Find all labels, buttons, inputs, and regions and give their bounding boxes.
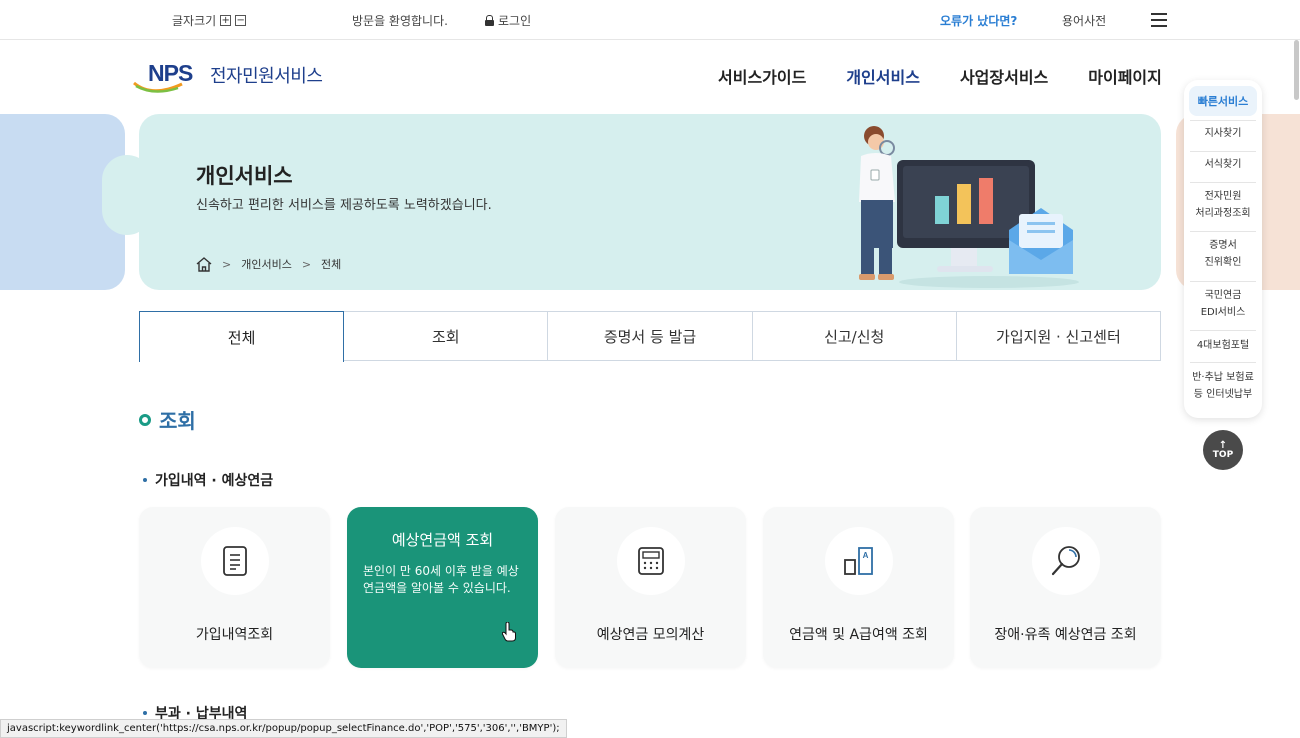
card-label: 가입내역조회 (195, 627, 274, 643)
top-label: TOP (1212, 449, 1234, 460)
login-label: 로그인 (498, 14, 532, 28)
breadcrumb-separator: > (222, 257, 232, 271)
magnifier-icon (1051, 546, 1080, 576)
page-banner: 개인서비스 신속하고 편리한 서비스를 제공하도록 노력하겠습니다. > 개인서… (139, 114, 1161, 290)
card-description: 본인이 만 60세 이후 받을 예상연금액을 알아볼 수 있습니다. (363, 564, 519, 595)
card-enrollment-history[interactable]: 가입내역조회 (139, 507, 330, 668)
quick-item-label: 증명서 진위확인 (1204, 240, 1242, 268)
category-tabs: 전체 조회 증명서 등 발급 신고/신청 가입지원 · 신고센터 (139, 311, 1162, 362)
section-title-label: 조회 (159, 409, 196, 433)
quick-item-certificate-verify[interactable]: 증명서 진위확인 (1190, 231, 1256, 271)
quick-item-label: 4대보험포털 (1196, 340, 1250, 351)
nav-service-guide[interactable]: 서비스가이드 (718, 64, 806, 88)
tab-inquiry[interactable]: 조회 (344, 312, 549, 360)
nps-logo-mark: NPS (132, 58, 204, 98)
breadcrumb-item[interactable]: 개인서비스 (241, 256, 292, 272)
woman-with-monitor-illustration (859, 126, 1079, 288)
tab-report-apply[interactable]: 신고/신청 (753, 312, 957, 360)
quick-item-civil-process[interactable]: 전자민원 처리과정조회 (1190, 182, 1256, 222)
ring-bullet-icon (139, 413, 151, 426)
card-disability-survivor-pension[interactable]: 장애·유족 예상연금 조회 (970, 507, 1161, 668)
icon-circle (201, 527, 269, 595)
document-icon (223, 546, 247, 576)
welcome-text: 방문을 환영합니다. (352, 12, 448, 29)
hand-cursor-icon (502, 622, 516, 642)
card-label: 장애·유족 예상연금 조회 (994, 627, 1137, 643)
logo-swoosh-icon (133, 81, 183, 93)
logo-service-name: 전자민원서비스 (210, 66, 323, 87)
tab-certificate[interactable]: 증명서 등 발급 (548, 312, 753, 360)
scroll-top-button[interactable]: ↑ TOP (1203, 430, 1243, 470)
tab-all[interactable]: 전체 (139, 311, 345, 362)
welcome-label: 방문을 환영합니다. (352, 14, 448, 28)
breadcrumb-separator: > (301, 257, 312, 271)
browser-status-bar: javascript:keywordlink_center('https://c… (0, 719, 567, 738)
section-title: 조회 (139, 405, 196, 434)
site-logo[interactable]: NPS 전자민원서비스 (132, 58, 323, 98)
main-nav: 서비스가이드 개인서비스 사업장서비스 마이페이지 (718, 64, 1162, 88)
nav-my-page[interactable]: 마이페이지 (1088, 64, 1162, 88)
utility-bar: 글자크기 + − 방문을 환영합니다. 로그인 오류가 났다면? 용어사전 (0, 0, 1300, 40)
svg-text:A: A (863, 551, 869, 560)
font-size-label: 글자크기 (172, 14, 217, 28)
icon-circle (1032, 527, 1100, 595)
quick-item-branch-search[interactable]: 지사찾기 (1190, 120, 1256, 142)
page-subtitle: 신속하고 편리한 서비스를 제공하도록 노력하겠습니다. (196, 198, 492, 213)
error-report-link[interactable]: 오류가 났다면? (940, 12, 1017, 29)
calculator-icon (638, 547, 664, 575)
glossary-link[interactable]: 용어사전 (1062, 12, 1106, 29)
bullet-icon (143, 711, 147, 715)
nav-personal-service[interactable]: 개인서비스 (846, 64, 920, 88)
quick-item-internet-payment[interactable]: 반·추납 보험료 등 인터넷납부 (1190, 362, 1256, 403)
quick-item-label: 전자민원 처리과정조회 (1195, 191, 1251, 219)
card-expected-pension[interactable]: 예상연금액 조회 본인이 만 60세 이후 받을 예상연금액을 알아볼 수 있습… (347, 507, 538, 668)
quick-item-4-insurance-portal[interactable]: 4대보험포털 (1190, 330, 1256, 354)
chart-a-icon: A (844, 547, 873, 575)
glossary-label: 용어사전 (1062, 14, 1107, 28)
card-label: 예상연금 모의계산 (596, 627, 705, 643)
breadcrumb-current: 전체 (321, 258, 342, 271)
font-size-control: 글자크기 + − (172, 12, 247, 29)
nav-business-service[interactable]: 사업장서비스 (960, 64, 1048, 88)
group-title: 가입내역 · 예상연금 (143, 470, 273, 490)
breadcrumb: > 개인서비스 > 전체 (196, 256, 341, 272)
page: 글자크기 + − 방문을 환영합니다. 로그인 오류가 났다면? 용어사전 NP… (0, 0, 1300, 738)
lock-icon (485, 15, 494, 26)
login-link[interactable]: 로그인 (485, 12, 531, 29)
card-pension-a-benefit[interactable]: A 연금액 및 A급여액 조회 (763, 507, 954, 668)
hamburger-menu-icon[interactable] (1151, 13, 1167, 27)
quick-item-label: 지사찾기 (1204, 128, 1242, 139)
home-icon[interactable] (196, 256, 212, 272)
font-increase-button[interactable]: + (220, 15, 232, 26)
card-label: 연금액 및 A급여액 조회 (789, 627, 928, 643)
tab-support-center[interactable]: 가입지원 · 신고센터 (957, 312, 1162, 360)
error-report-label: 오류가 났다면? (940, 14, 1018, 28)
icon-circle (617, 527, 685, 595)
bullet-icon (143, 478, 147, 482)
card-pension-simulation[interactable]: 예상연금 모의계산 (555, 507, 746, 668)
quick-service-title: 빠른서비스 (1189, 86, 1257, 116)
quick-item-form-search[interactable]: 서식찾기 (1190, 151, 1256, 173)
quick-item-edi-service[interactable]: 국민연금 EDI서비스 (1190, 281, 1256, 321)
quick-service-menu: 빠른서비스 지사찾기 서식찾기 전자민원 처리과정조회 증명서 진위확인 국민연… (1184, 80, 1262, 418)
page-title: 개인서비스 (196, 164, 293, 188)
quick-item-label: 반·추납 보험료 등 인터넷납부 (1192, 372, 1254, 400)
icon-circle: A (825, 527, 893, 595)
quick-item-label: 국민연금 EDI서비스 (1200, 290, 1246, 318)
group-title-label: 가입내역 · 예상연금 (155, 473, 274, 489)
quick-item-label: 서식찾기 (1204, 159, 1242, 170)
card-title: 예상연금액 조회 (391, 531, 494, 549)
font-decrease-button[interactable]: − (235, 15, 247, 26)
arrow-up-icon: ↑ (1218, 439, 1228, 451)
page-scrollbar[interactable] (1293, 40, 1300, 720)
